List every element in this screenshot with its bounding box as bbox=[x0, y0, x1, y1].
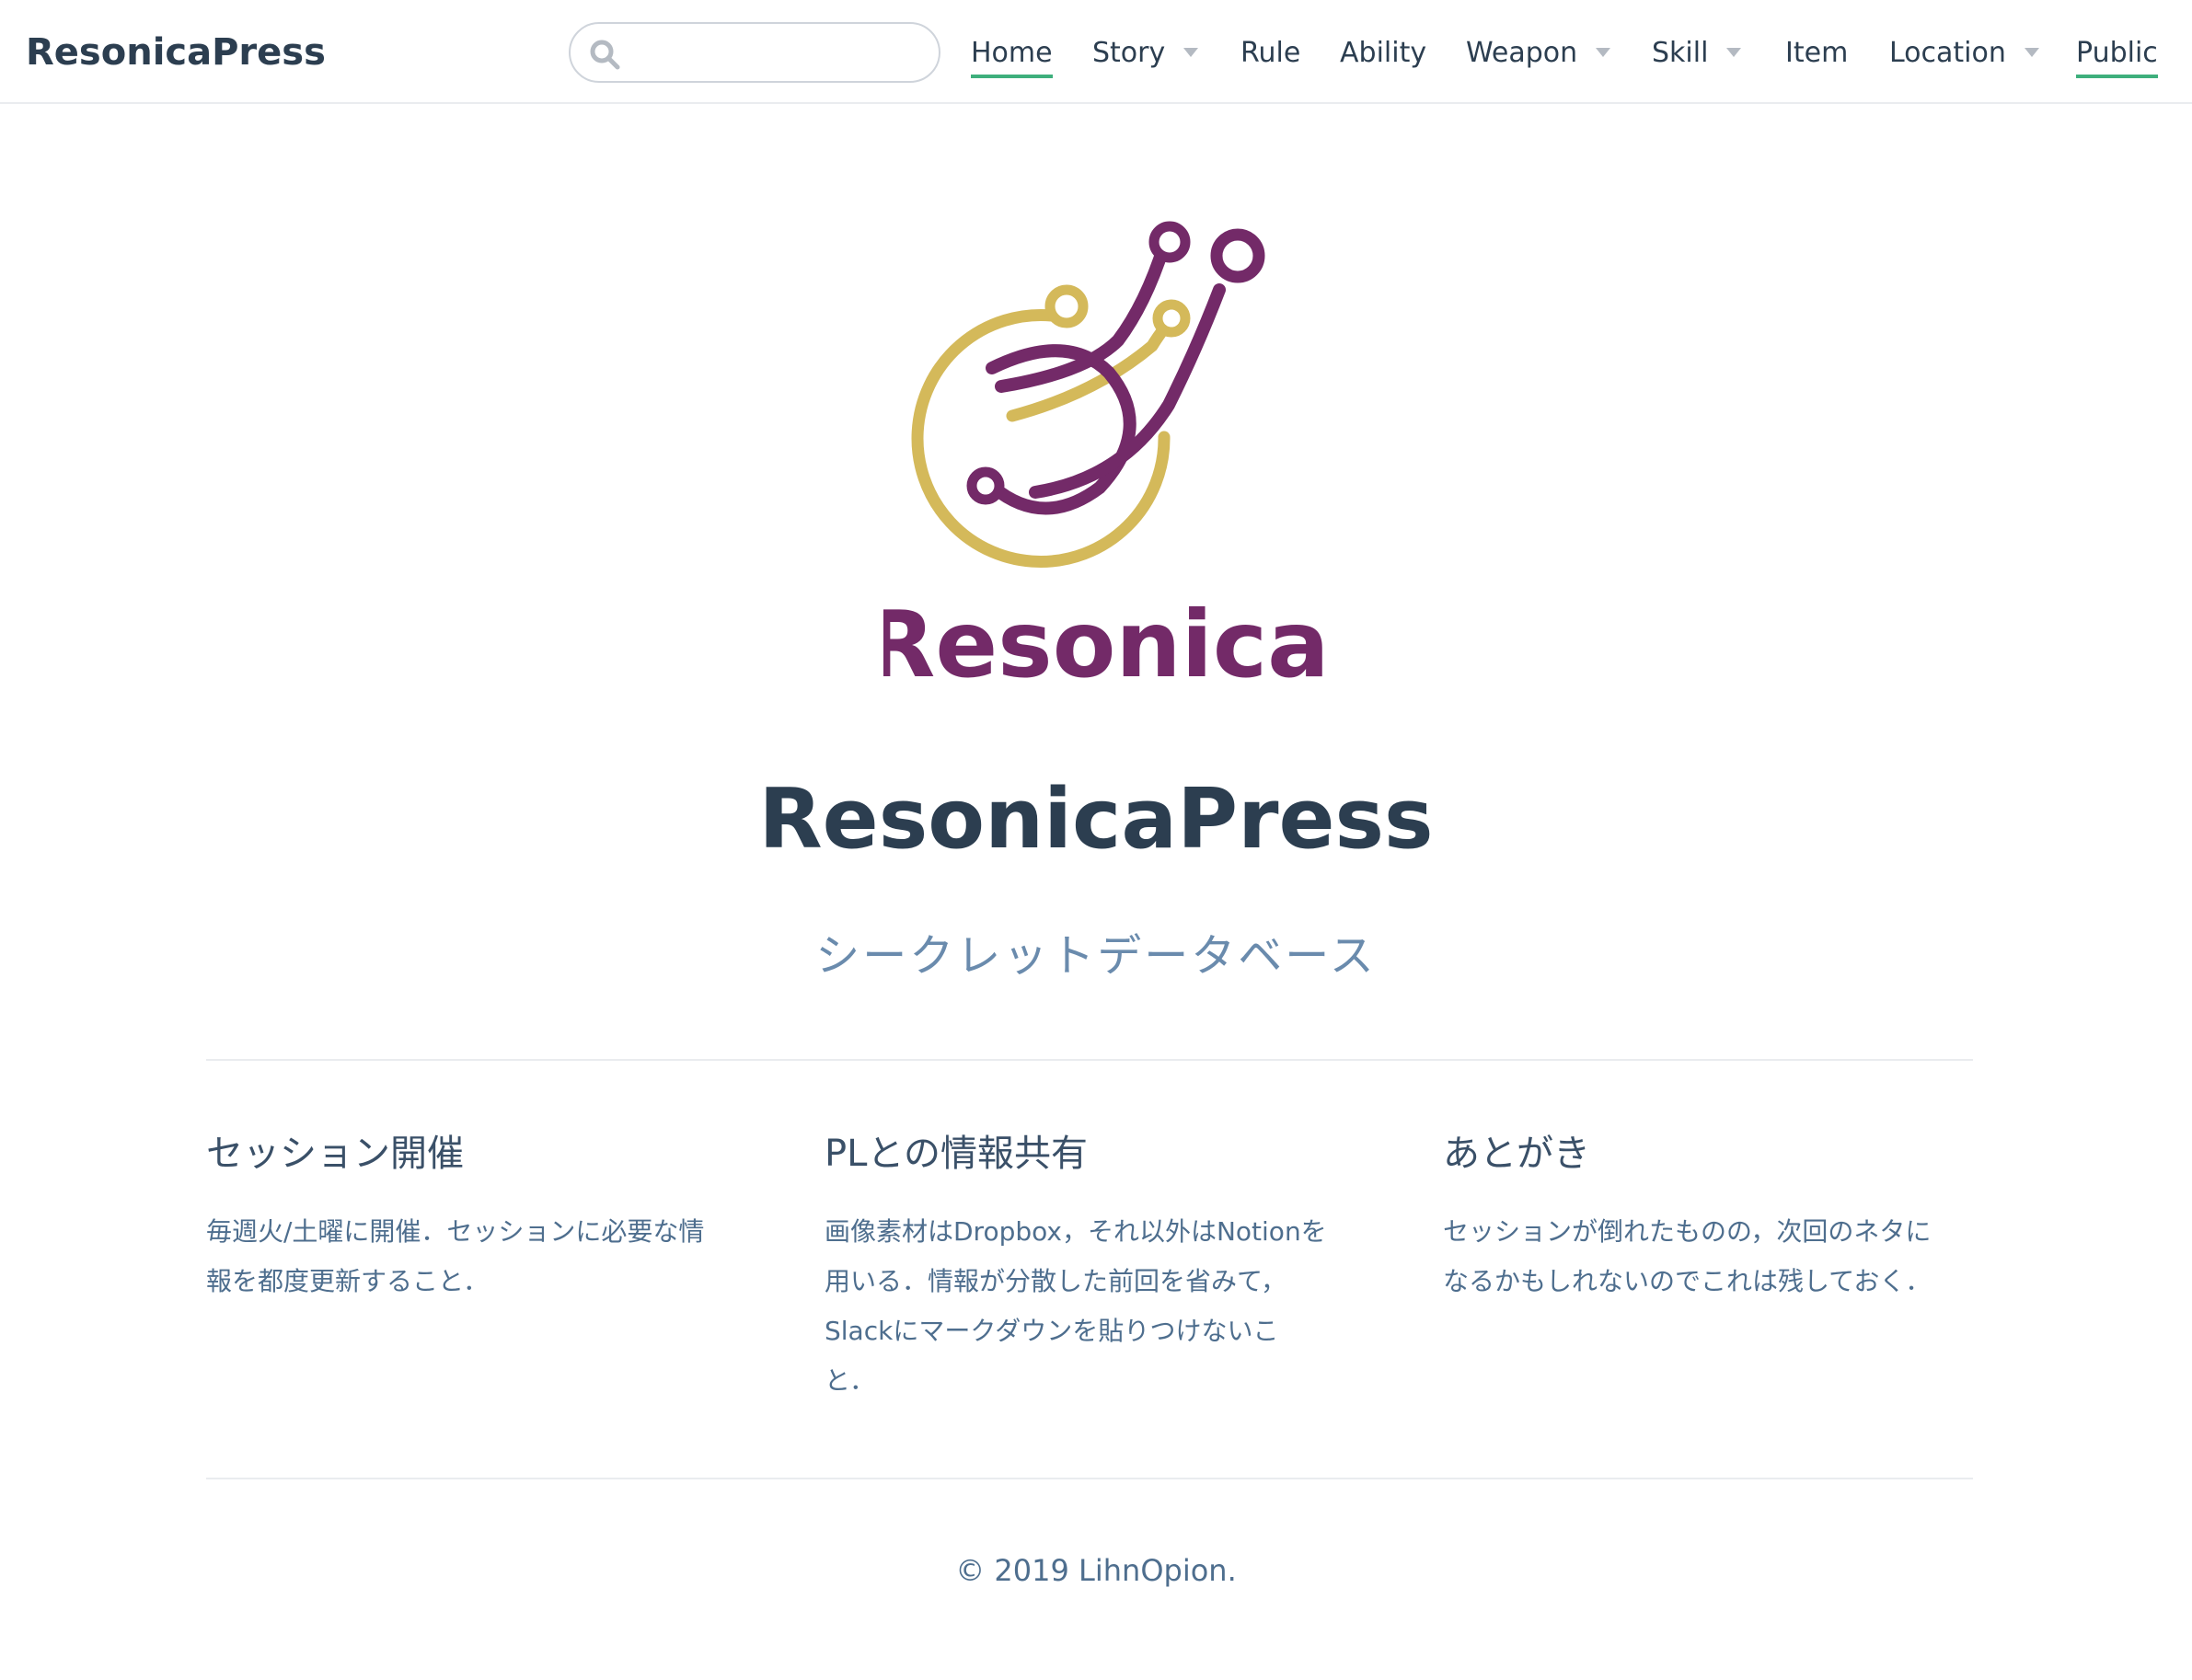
feature-line: 用いる．情報が分散した前回を省みて， bbox=[825, 1266, 1287, 1296]
feature-description: 毎週火/土曜に開催．セッションに必要な情 報を都度更新すること． bbox=[206, 1207, 740, 1306]
nav-label: Home bbox=[971, 37, 1053, 78]
divider-top bbox=[206, 1059, 1973, 1061]
nav-item-home[interactable]: Home bbox=[971, 31, 1053, 78]
feature-title: あとがき bbox=[1443, 1133, 1590, 1175]
nav-item-location[interactable]: Location bbox=[1889, 31, 2039, 75]
nav-label: Weapon bbox=[1466, 37, 1578, 69]
search-icon bbox=[590, 40, 620, 70]
caret-down-icon bbox=[1183, 47, 1199, 57]
footer-copyright: © 2019 LihnOpion. bbox=[955, 1553, 1237, 1588]
nav-label: Rule bbox=[1240, 37, 1301, 69]
caret-down-icon bbox=[2024, 47, 2039, 57]
feature-afterword: あとがき セッションが倒れたものの，次回のネタに なるかもしれないのでこれは残し… bbox=[1443, 1126, 1977, 1306]
navbar: ResonicaPress Home Story Rule Ability We… bbox=[0, 0, 2192, 104]
feature-line: セッションが倒れたものの，次回のネタに bbox=[1443, 1216, 1932, 1247]
feature-session: セッション開催 毎週火/土曜に開催．セッションに必要な情 報を都度更新すること． bbox=[206, 1126, 740, 1306]
feature-line: と． bbox=[825, 1365, 876, 1396]
resonica-logo: Resonica bbox=[883, 221, 1325, 690]
feature-line: 画像素材はDropbox，それ以外はNotionを bbox=[825, 1216, 1327, 1247]
nav-item-rule[interactable]: Rule bbox=[1240, 31, 1300, 75]
caret-down-icon bbox=[1596, 47, 1611, 57]
nav-item-skill[interactable]: Skill bbox=[1652, 31, 1742, 75]
site-brand[interactable]: ResonicaPress bbox=[26, 28, 326, 77]
nav-label: Public bbox=[2076, 37, 2158, 78]
feature-info-sharing: PLとの情報共有 画像素材はDropbox，それ以外はNotionを 用いる．情… bbox=[825, 1126, 1358, 1406]
hero-title: ResonicaPress bbox=[758, 771, 1434, 868]
nav-label: Location bbox=[1889, 37, 2006, 69]
feature-line: Slackにマークダウンを貼りつけないこ bbox=[825, 1316, 1279, 1346]
logo-wordmark: Resonica bbox=[883, 591, 1325, 690]
nav-label: Story bbox=[1092, 37, 1166, 69]
nav-item-story[interactable]: Story bbox=[1092, 31, 1199, 75]
caret-down-icon bbox=[1726, 47, 1742, 57]
nav-item-weapon[interactable]: Weapon bbox=[1466, 31, 1611, 75]
feature-line: 毎週火/土曜に開催．セッションに必要な情 bbox=[206, 1216, 705, 1247]
feature-description: 画像素材はDropbox，それ以外はNotionを 用いる．情報が分散した前回を… bbox=[825, 1207, 1358, 1406]
feature-line: 報を都度更新すること． bbox=[206, 1266, 490, 1296]
nav-label: Item bbox=[1785, 37, 1849, 69]
feature-title: セッション開催 bbox=[206, 1133, 464, 1175]
feature-line: なるかもしれないのでこれは残しておく． bbox=[1443, 1266, 1932, 1296]
nav-label: Ability bbox=[1340, 37, 1427, 69]
nav-item-public[interactable]: Public bbox=[2076, 31, 2158, 78]
divider-bottom bbox=[206, 1478, 1973, 1479]
feature-description: セッションが倒れたものの，次回のネタに なるかもしれないのでこれは残しておく． bbox=[1443, 1207, 1977, 1306]
nav-item-item[interactable]: Item bbox=[1785, 31, 1848, 75]
search-box[interactable] bbox=[569, 22, 940, 83]
hero-subtitle: シークレットデータベース bbox=[815, 930, 1377, 982]
nav-label: Skill bbox=[1652, 37, 1709, 69]
nav-item-ability[interactable]: Ability bbox=[1340, 31, 1426, 75]
feature-title: PLとの情報共有 bbox=[825, 1133, 1089, 1175]
search-input[interactable] bbox=[628, 31, 926, 75]
